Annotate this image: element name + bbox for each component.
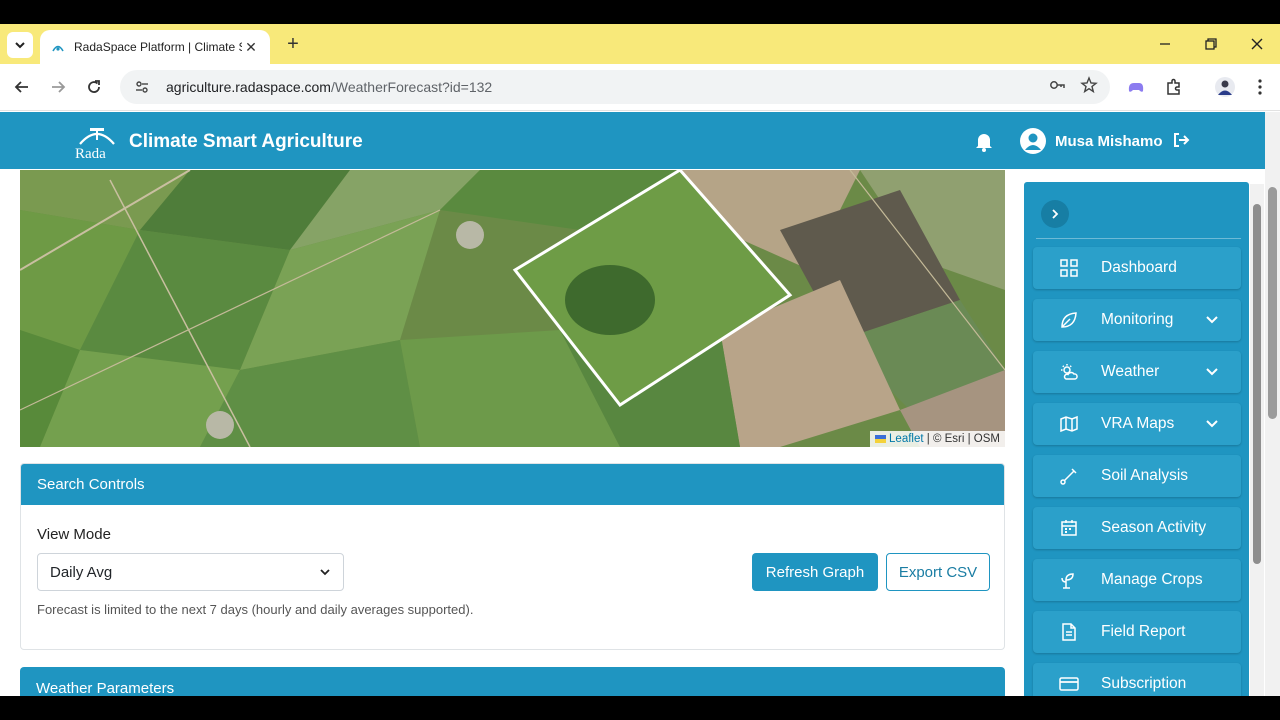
- sidebar-item-label: Weather: [1101, 363, 1160, 380]
- logo-text: Rada: [75, 146, 106, 160]
- url-text: agriculture.radaspace.com/WeatherForecas…: [166, 79, 1048, 95]
- sidebar-scrollbar-thumb[interactable]: [1253, 204, 1261, 564]
- page-scrollbar-thumb[interactable]: [1268, 187, 1277, 419]
- browser-tab[interactable]: RadaSpace Platform | Climate S ✕: [40, 30, 270, 64]
- export-csv-button[interactable]: Export CSV: [886, 553, 990, 591]
- sidebar-item-weather[interactable]: Weather: [1033, 351, 1241, 393]
- minimize-icon[interactable]: [1153, 32, 1177, 56]
- restore-icon[interactable]: [1199, 32, 1223, 56]
- document-icon: [1059, 622, 1079, 642]
- grid-icon: [1059, 258, 1079, 278]
- sidebar-item-monitoring[interactable]: Monitoring: [1033, 299, 1241, 341]
- sidebar-item-label: Dashboard: [1101, 259, 1177, 276]
- search-controls-heading: Search Controls: [21, 464, 1004, 505]
- browser-toolbar: agriculture.radaspace.com/WeatherForecas…: [0, 64, 1280, 111]
- probe-icon: [1059, 466, 1079, 486]
- chevron-down-icon: [320, 569, 330, 576]
- chevron-right-icon: [1052, 209, 1059, 219]
- tab-title: RadaSpace Platform | Climate S: [74, 40, 242, 54]
- user-name[interactable]: Musa Mishamo: [1055, 133, 1163, 150]
- view-mode-value: Daily Avg: [50, 563, 113, 581]
- forward-icon[interactable]: [46, 75, 70, 99]
- url-path: /WeatherForecast?id=132: [330, 79, 493, 95]
- user-avatar-icon[interactable]: [1019, 127, 1047, 155]
- logout-icon[interactable]: [1172, 131, 1192, 151]
- chevron-down-icon: [1206, 316, 1218, 324]
- tab-strip: RadaSpace Platform | Climate S ✕ +: [0, 24, 1280, 64]
- chevron-down-icon: [1206, 368, 1218, 376]
- extension-gamepad-icon[interactable]: [1124, 75, 1148, 99]
- radaspace-favicon-icon: [50, 39, 66, 55]
- forecast-hint: Forecast is limited to the next 7 days (…: [37, 602, 474, 617]
- app-title: Climate Smart Agriculture: [129, 131, 363, 152]
- calendar-icon: [1059, 518, 1079, 538]
- card-icon: [1059, 674, 1079, 694]
- notification-bell-icon[interactable]: [973, 130, 995, 152]
- search-controls-card: Search Controls View Mode Daily Avg Refr…: [20, 463, 1005, 650]
- refresh-graph-button[interactable]: Refresh Graph: [752, 553, 878, 591]
- tab-search-button[interactable]: [7, 32, 33, 58]
- leaf-icon: [1059, 310, 1079, 330]
- extensions-puzzle-icon[interactable]: [1162, 75, 1186, 99]
- sidebar-item-vra-maps[interactable]: VRA Maps: [1033, 403, 1241, 445]
- reload-icon[interactable]: [82, 75, 106, 99]
- site-settings-icon[interactable]: [132, 77, 152, 97]
- sidebar-item-label: Manage Crops: [1101, 571, 1203, 588]
- back-icon[interactable]: [10, 75, 34, 99]
- close-tab-icon[interactable]: ✕: [242, 38, 260, 56]
- password-key-icon[interactable]: [1048, 76, 1066, 99]
- sprout-icon: [1059, 570, 1079, 590]
- leaflet-flag-icon: [874, 434, 886, 443]
- sidebar-item-label: Subscription: [1101, 675, 1187, 692]
- view-mode-select[interactable]: Daily Avg: [37, 553, 344, 591]
- leaflet-link[interactable]: Leaflet: [889, 433, 924, 445]
- close-window-icon[interactable]: [1245, 32, 1269, 56]
- sidebar-scrollbar[interactable]: [1250, 184, 1264, 696]
- chevron-down-icon: [15, 42, 25, 49]
- sidebar-item-field-report[interactable]: Field Report: [1033, 611, 1241, 653]
- bookmark-star-icon[interactable]: [1080, 75, 1098, 99]
- rada-logo[interactable]: Rada: [72, 124, 122, 162]
- address-bar[interactable]: agriculture.radaspace.com/WeatherForecas…: [120, 70, 1110, 104]
- new-tab-button[interactable]: +: [282, 33, 304, 55]
- app-header: Rada Climate Smart Agriculture Musa Mish…: [0, 112, 1265, 169]
- browser-menu-icon[interactable]: [1248, 75, 1272, 99]
- sun-cloud-icon: [1059, 362, 1079, 382]
- sidebar-item-label: Monitoring: [1101, 311, 1174, 328]
- view-mode-label: View Mode: [37, 526, 111, 543]
- sidebar: Dashboard Monitoring Weather VRA Maps So…: [1024, 182, 1249, 696]
- sidebar-item-label: VRA Maps: [1101, 415, 1175, 432]
- app-viewport: Rada Climate Smart Agriculture Musa Mish…: [0, 112, 1265, 696]
- sidebar-item-label: Soil Analysis: [1101, 467, 1189, 484]
- sidebar-item-dashboard[interactable]: Dashboard: [1033, 247, 1241, 289]
- sidebar-item-subscription[interactable]: Subscription: [1033, 663, 1241, 696]
- sidebar-item-season-activity[interactable]: Season Activity: [1033, 507, 1241, 549]
- weather-parameters-heading: Weather Parameters: [20, 667, 1005, 696]
- profile-avatar[interactable]: [1213, 75, 1237, 99]
- chevron-down-icon: [1206, 420, 1218, 428]
- sidebar-item-manage-crops[interactable]: Manage Crops: [1033, 559, 1241, 601]
- page-scrollbar[interactable]: [1265, 112, 1280, 696]
- field-map[interactable]: Leaflet | © Esri | OSM: [20, 170, 1005, 447]
- map-attribution: Leaflet | © Esri | OSM: [869, 431, 1005, 447]
- sidebar-toggle-button[interactable]: [1041, 200, 1069, 228]
- sidebar-item-soil-analysis[interactable]: Soil Analysis: [1033, 455, 1241, 497]
- sidebar-item-label: Season Activity: [1101, 519, 1207, 536]
- satellite-imagery: [20, 170, 1005, 447]
- sidebar-divider: [1036, 238, 1241, 239]
- map-icon: [1059, 414, 1079, 434]
- browser-window: RadaSpace Platform | Climate S ✕ + agric…: [0, 24, 1280, 696]
- url-host: agriculture.radaspace.com: [166, 79, 331, 95]
- attribution-text: | © Esri | OSM: [923, 433, 1000, 445]
- sidebar-item-label: Field Report: [1101, 623, 1186, 640]
